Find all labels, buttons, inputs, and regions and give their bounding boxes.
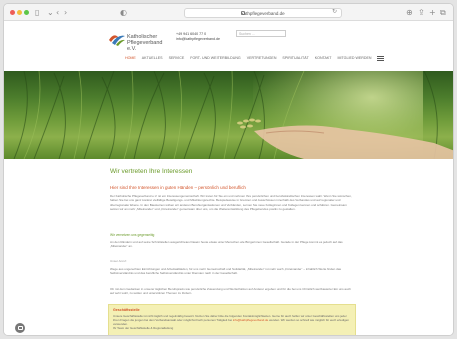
email-address[interactable]: info@kathpflegeverband.de	[176, 37, 220, 42]
paragraph-3: Wege aus ungerechten Einrichtungen und A…	[110, 267, 342, 276]
chat-button[interactable]	[15, 323, 25, 333]
nav-item-fortbildung[interactable]: FORT- UND WEITERBILDUNG	[190, 56, 240, 60]
org-name-line2: Pflegeverband e.V.	[127, 40, 163, 52]
nav-item-spiritualitaet[interactable]: SPIRITUALITÄT	[282, 56, 308, 60]
url-text: kathpflegeverband.de	[241, 11, 285, 16]
site-header	[4, 21, 453, 71]
notice-box: Geschäftsstelle Unsere Geschäftsstelle i…	[108, 304, 356, 335]
sidebar-icon[interactable]: ▯	[35, 7, 39, 18]
minimize-window-button[interactable]	[17, 10, 22, 15]
page-title: Wir vertreten Ihre Interessen	[110, 168, 193, 175]
site-logo[interactable]	[108, 30, 126, 46]
download-icon[interactable]: ⊕	[406, 7, 413, 18]
chat-bubble-icon	[17, 325, 23, 330]
share-icon[interactable]: ⇪	[418, 7, 425, 18]
notice-text: Unsere Geschäftsstelle ist nicht täglich…	[113, 314, 351, 330]
nav-item-home[interactable]: HOME	[125, 56, 136, 60]
contact-info: +49 941 6040 77 0 info@kathpflegeverband…	[176, 32, 220, 42]
nav-item-service[interactable]: SERVICE	[169, 56, 185, 60]
browser-window: ▯ ⌄ ‹ › ◐ kathpflegeverband.de ↻ ⊕ ⇪ + ⧉…	[3, 3, 454, 336]
notice-email-link[interactable]: info@kathpflegeverband.de	[233, 318, 268, 322]
hero-image	[4, 71, 453, 159]
tabs-icon[interactable]: ⧉	[440, 7, 446, 18]
forward-icon[interactable]: ›	[64, 7, 67, 18]
plus-icon[interactable]: +	[429, 7, 436, 18]
org-name[interactable]: Katholischer Pflegeverband e.V.	[127, 34, 167, 52]
notice-title: Geschäftsstelle	[113, 308, 140, 312]
main-navigation: HOME AKTUELLES SERVICE FORT- UND WEITERB…	[125, 56, 389, 61]
paragraph-2: An den Rändern und auf seine Schnittstel…	[110, 240, 343, 249]
section-heading: Hier sind Ihre Interessen in guten Hände…	[110, 185, 246, 190]
nav-item-aktuelles[interactable]: AKTUELLES	[142, 56, 163, 60]
maximize-window-button[interactable]	[24, 10, 29, 15]
label-anruf: Unser Anruf:	[110, 259, 127, 263]
notice-line3: Ihr Team der Geschäftsstelle & Regionall…	[113, 326, 174, 330]
hero-rice-field-image	[13, 71, 453, 159]
back-icon[interactable]: ‹	[56, 7, 59, 18]
chevron-down-icon[interactable]: ⌄	[47, 7, 54, 18]
address-bar[interactable]: kathpflegeverband.de ↻	[184, 8, 342, 18]
shield-icon[interactable]: ◐	[120, 7, 127, 18]
intro-paragraph: Der Katholische Pflegeverband e.V. ist e…	[110, 194, 352, 212]
browser-toolbar: ▯ ⌄ ‹ › ◐ kathpflegeverband.de ↻ ⊕ ⇪ + ⧉	[4, 4, 453, 21]
search-placeholder: Suchen ...	[239, 32, 255, 36]
close-window-button[interactable]	[10, 10, 15, 15]
search-input[interactable]: Suchen ...	[236, 30, 286, 37]
hamburger-menu-icon[interactable]	[377, 56, 385, 61]
nav-item-vertretungen[interactable]: VERTRETUNGEN	[247, 56, 277, 60]
sub-heading: Wir vernetzen uns gegenseitig	[110, 233, 155, 237]
nav-item-mitglied-werden[interactable]: MITGLIED WERDEN	[338, 56, 372, 60]
paragraph-4: Ob mit dem Gedanken in unserer täglichen…	[110, 287, 351, 296]
nav-item-kontakt[interactable]: KONTAKT	[315, 56, 332, 60]
reload-icon[interactable]: ↻	[332, 8, 337, 15]
